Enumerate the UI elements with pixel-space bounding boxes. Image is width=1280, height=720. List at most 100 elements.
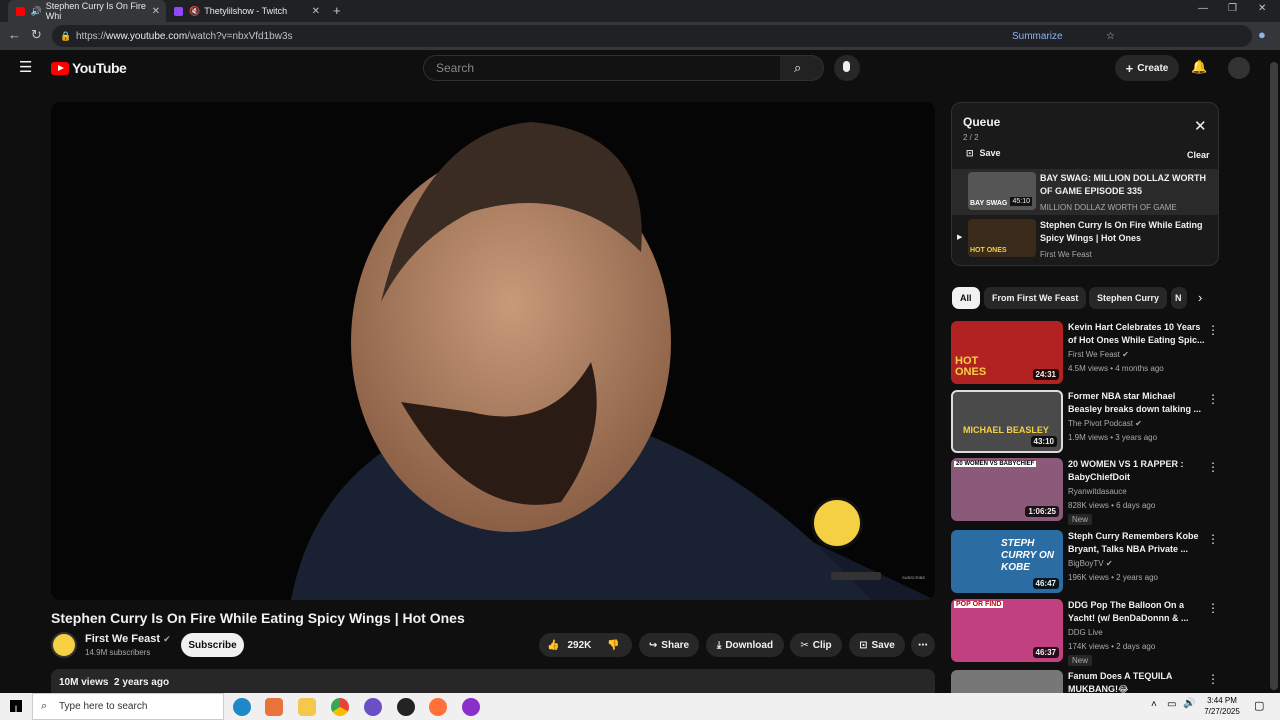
recommendation-item[interactable]: MICHAEL BEASLEY 43:10 Former NBA star Mi… bbox=[951, 390, 1221, 454]
volume-icon[interactable]: 🔊 bbox=[1183, 698, 1195, 709]
chevron-right-icon[interactable]: › bbox=[1198, 290, 1202, 305]
thumbs-up-icon: 👍 bbox=[547, 639, 560, 651]
tab-label: Stephen Curry Is On Fire Whi bbox=[45, 1, 146, 21]
chip-more[interactable]: N bbox=[1171, 287, 1187, 309]
clock[interactable]: 3:44 PM 7/27/2025 bbox=[1202, 695, 1242, 717]
avatar[interactable] bbox=[1228, 57, 1250, 79]
recommendation-stats: 196K views • 2 years ago bbox=[1068, 573, 1158, 582]
more-vertical-icon[interactable]: ⋮ bbox=[1207, 601, 1219, 615]
app-orange-icon[interactable] bbox=[265, 698, 283, 716]
url-path: /watch?v=nbxVfd1bw3s bbox=[187, 30, 293, 42]
star-icon[interactable]: ☆ bbox=[1106, 31, 1115, 42]
clip-button[interactable]: ✂ Clip bbox=[790, 633, 842, 657]
chrome-icon[interactable] bbox=[331, 698, 349, 716]
hamburger-menu-icon[interactable]: ☰ bbox=[19, 58, 32, 76]
bookmark-icon: ⊡ bbox=[859, 639, 868, 651]
recommendation-thumbnail: HOT ONES 24:31 bbox=[951, 321, 1063, 384]
summarize-button[interactable]: Summarize bbox=[1012, 31, 1063, 42]
video-player[interactable]: SUBSCRIBE bbox=[51, 102, 935, 600]
verified-icon: ✔ bbox=[1135, 419, 1142, 428]
channel-name[interactable]: First We Feast ✔ bbox=[85, 633, 171, 645]
queue-save-button[interactable]: ⊡ Save bbox=[966, 148, 1001, 159]
recommendation-stats: 1.9M views • 3 years ago bbox=[1068, 433, 1158, 442]
recommendation-item[interactable]: 20 WOMEN VS BABYCHIEF 1:06:25 20 WOMEN V… bbox=[951, 458, 1221, 525]
new-badge: New bbox=[1068, 514, 1093, 525]
more-vertical-icon[interactable]: ⋮ bbox=[1207, 672, 1219, 686]
more-vertical-icon[interactable]: ⋮ bbox=[1207, 460, 1219, 474]
recommendation-item[interactable]: Fanum Does A TEQUILA MUKBANG!😂 ⋮ bbox=[951, 670, 1221, 693]
queue-panel: Queue 2 / 2 ✕ ⊡ Save Clear BAY SWAG 45:10… bbox=[951, 102, 1219, 266]
window-close-icon[interactable]: ✕ bbox=[1258, 3, 1266, 14]
minimize-icon[interactable]: — bbox=[1198, 3, 1208, 14]
recommendation-thumbnail bbox=[951, 670, 1063, 693]
muted-icon: 🔇 bbox=[189, 5, 201, 16]
save-button[interactable]: ⊡ Save bbox=[849, 633, 905, 657]
recommendation-stats: 4.5M views • 4 months ago bbox=[1068, 364, 1164, 373]
file-explorer-icon[interactable] bbox=[298, 698, 316, 716]
edge-icon[interactable] bbox=[233, 698, 251, 716]
youtube-logo[interactable]: YouTube bbox=[51, 60, 127, 76]
channel-text: The Pivot Podcast bbox=[1068, 419, 1133, 428]
url-field[interactable]: 🔒 https://www.youtube.com/watch?v=nbxVfd… bbox=[52, 25, 1252, 47]
download-button[interactable]: ⤓ Download bbox=[706, 633, 784, 657]
notifications-bell-icon[interactable]: 🔔 bbox=[1191, 59, 1207, 75]
verified-icon: ✔ bbox=[1122, 350, 1129, 359]
channel-text: First We Feast bbox=[1068, 350, 1120, 359]
share-button[interactable]: ↪ Share bbox=[639, 633, 699, 657]
chip-stephen-curry[interactable]: Stephen Curry bbox=[1089, 287, 1168, 309]
queue-save-label: Save bbox=[979, 148, 1001, 158]
channel-avatar[interactable] bbox=[51, 632, 77, 658]
queue-clear-button[interactable]: Clear bbox=[1187, 150, 1210, 160]
queue-item-title: Stephen Curry Is On Fire While Eating Sp… bbox=[1040, 220, 1203, 243]
page-scrollbar-thumb[interactable] bbox=[1270, 62, 1278, 690]
app-purple-icon[interactable] bbox=[364, 698, 382, 716]
more-vertical-icon[interactable]: ⋮ bbox=[1207, 323, 1219, 337]
queue-item-now-playing[interactable]: ▶ HOT ONES Stephen Curry Is On Fire Whil… bbox=[952, 216, 1218, 262]
view-count: 10M views bbox=[59, 677, 109, 688]
dislike-icon[interactable]: 👎 bbox=[607, 640, 619, 651]
close-queue-icon[interactable]: ✕ bbox=[1194, 117, 1207, 135]
taskbar-search-input[interactable]: ⌕ Type here to search bbox=[32, 693, 224, 720]
recommendation-thumbnail: MICHAEL BEASLEY 43:10 bbox=[951, 390, 1063, 453]
subscribe-button[interactable]: Subscribe bbox=[181, 633, 244, 657]
more-horizontal-icon: ⋯ bbox=[918, 639, 928, 651]
tray-chevron-icon[interactable]: ˄ bbox=[1151, 699, 1157, 710]
voice-search-button[interactable] bbox=[834, 55, 860, 81]
recommendation-title: Steph Curry Remembers Kobe Bryant, Talks… bbox=[1068, 531, 1199, 554]
recommendation-item[interactable]: POP OR FIND 46:37 DDG Pop The Balloon On… bbox=[951, 599, 1221, 666]
app-violet-icon[interactable] bbox=[462, 698, 480, 716]
more-vertical-icon[interactable]: ⋮ bbox=[1207, 392, 1219, 406]
thumbnail-text: POP OR FIND bbox=[954, 601, 1004, 608]
firefox-icon[interactable] bbox=[429, 698, 447, 716]
tab-twitch[interactable]: 🔇 Thetylilshow - Twitch ✕ bbox=[166, 0, 326, 22]
close-tab-icon[interactable]: ✕ bbox=[312, 6, 320, 17]
overlay-subscribe-text: SUBSCRIBE bbox=[902, 575, 926, 580]
search-button[interactable]: ⌕ bbox=[780, 55, 824, 81]
close-tab-icon[interactable]: ✕ bbox=[152, 6, 160, 17]
microphone-icon bbox=[843, 61, 850, 72]
windows-start-icon[interactable] bbox=[10, 700, 22, 712]
app-dark-icon[interactable] bbox=[397, 698, 415, 716]
network-icon[interactable]: ▭ bbox=[1167, 699, 1176, 710]
tab-youtube[interactable]: 🔊 Stephen Curry Is On Fire Whi ✕ bbox=[8, 0, 166, 22]
queue-item[interactable]: BAY SWAG 45:10 BAY SWAG: MILLION DOLLAZ … bbox=[952, 169, 1218, 215]
refresh-icon[interactable]: ↻ bbox=[31, 27, 42, 43]
search-input[interactable]: Search bbox=[423, 55, 781, 81]
more-actions-button[interactable]: ⋯ bbox=[911, 633, 935, 657]
like-button[interactable]: 👍 292K 👎 bbox=[539, 633, 632, 657]
recommendation-item[interactable]: HOT ONES 24:31 Kevin Hart Celebrates 10 … bbox=[951, 321, 1221, 385]
create-button[interactable]: + Create bbox=[1115, 55, 1179, 81]
chip-all[interactable]: All bbox=[952, 287, 980, 309]
new-tab-icon[interactable]: + bbox=[333, 3, 341, 18]
notification-center-icon[interactable]: ▢ bbox=[1254, 699, 1264, 712]
queue-position: 2 / 2 bbox=[963, 133, 979, 142]
more-vertical-icon[interactable]: ⋮ bbox=[1207, 532, 1219, 546]
restore-icon[interactable]: ❐ bbox=[1228, 3, 1237, 14]
copilot-icon[interactable]: ● bbox=[1258, 27, 1266, 42]
queue-item-channel: MILLION DOLLAZ WORTH OF GAME bbox=[1040, 203, 1177, 212]
clock-time: 3:44 PM bbox=[1207, 696, 1237, 705]
recommendation-thumbnail: STEPH CURRY ON KOBE 46:47 bbox=[951, 530, 1063, 593]
back-icon[interactable]: ← bbox=[8, 27, 21, 42]
chip-from-first-we-feast[interactable]: From First We Feast bbox=[984, 287, 1087, 309]
recommendation-item[interactable]: STEPH CURRY ON KOBE 46:47 Steph Curry Re… bbox=[951, 530, 1221, 594]
